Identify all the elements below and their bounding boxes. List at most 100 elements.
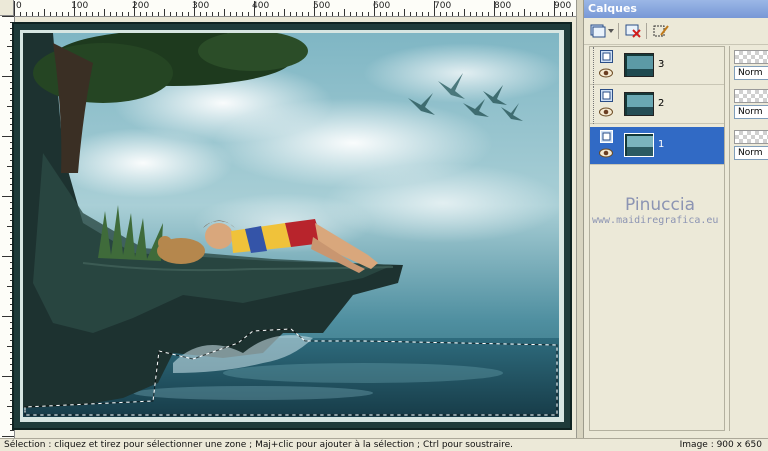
ruler-tick: [542, 12, 543, 16]
ruler-tick: [230, 12, 231, 16]
ruler-tick: [110, 12, 111, 16]
ruler-tick: [140, 12, 141, 16]
ruler-tick: [566, 12, 567, 16]
ruler-tick: [518, 12, 519, 16]
ruler-tick: [512, 12, 513, 16]
edit-selection-button[interactable]: [651, 22, 671, 40]
ruler-tick: [38, 12, 39, 16]
ruler-tick: [20, 12, 21, 16]
ruler-tick: [320, 12, 321, 16]
opacity-swatch[interactable]: [734, 130, 768, 144]
ruler-tick: [260, 12, 261, 16]
eye-icon[interactable]: [599, 148, 613, 158]
ruler-tick: [2, 16, 14, 17]
delete-layer-button[interactable]: [623, 22, 643, 40]
ruler-tick: [560, 12, 561, 16]
layer-properties-column: Norm Norm Norm: [729, 46, 768, 431]
watermark-site: www.maidiregrafica.eu: [592, 215, 719, 226]
ruler-tick: [536, 12, 537, 16]
ruler-label: 500: [313, 1, 331, 11]
ruler-tick: [212, 12, 213, 16]
ruler-tick: [482, 12, 483, 16]
ruler-tick: [92, 12, 93, 16]
ruler-tick: [224, 9, 225, 16]
ruler-tick: [488, 12, 489, 16]
opacity-swatch[interactable]: [734, 89, 768, 103]
ruler-tick: [158, 12, 159, 16]
eye-icon[interactable]: [599, 68, 613, 78]
ruler-tick: [206, 12, 207, 16]
ruler-tick: [380, 12, 381, 16]
ruler-label: 600: [373, 1, 391, 11]
layer-row[interactable]: 2: [590, 86, 724, 124]
ruler-tick: [56, 12, 57, 16]
layer-name: 1: [658, 139, 665, 150]
ruler-tick: [428, 12, 429, 16]
ruler-tick: [332, 12, 333, 16]
ruler-tick: [530, 12, 531, 16]
toolbar-separator: [618, 23, 619, 39]
layer-row[interactable]: 3: [590, 47, 724, 85]
ruler-tick: [194, 1, 195, 16]
ruler-tick: [440, 12, 441, 16]
layer-row-selected[interactable]: 1: [590, 127, 724, 165]
layer-thumbnail: [624, 92, 654, 116]
ruler-tick: [122, 12, 123, 16]
ruler-label: 700: [434, 1, 452, 11]
layer-name: 3: [658, 59, 665, 70]
horizontal-ruler: 0 100 200 300 400 500 600 700 800 900: [14, 0, 576, 17]
ruler-tick: [554, 1, 555, 16]
image-size-readout: Image : 900 x 650: [679, 440, 762, 450]
ruler-tick: [476, 12, 477, 16]
ruler-tick: [464, 9, 465, 16]
ruler-tick: [104, 9, 105, 16]
ruler-corner: [0, 0, 14, 16]
ruler-tick: [116, 12, 117, 16]
document-mat: [20, 30, 564, 422]
blend-mode-select[interactable]: Norm: [734, 105, 768, 119]
layer-thumbnail: [624, 53, 654, 77]
ruler-tick: [314, 1, 315, 16]
ruler-tick: [398, 12, 399, 16]
blend-mode-select[interactable]: Norm: [734, 146, 768, 160]
ruler-tick: [344, 9, 345, 16]
delete-layer-icon: [625, 24, 641, 38]
layers-toolbar: [584, 18, 768, 45]
ruler-tick: [254, 1, 255, 16]
ruler-tick: [10, 430, 14, 431]
layer-property-cell: Norm: [734, 50, 768, 82]
ruler-tick: [32, 12, 33, 16]
ruler-tick: [296, 12, 297, 16]
ruler-tick: [284, 9, 285, 16]
ruler-tick: [266, 12, 267, 16]
ruler-tick: [26, 12, 27, 16]
ruler-tick: [458, 12, 459, 16]
ruler-tick: [182, 12, 183, 16]
ruler-tick: [68, 12, 69, 16]
document-image[interactable]: [23, 33, 561, 419]
ruler-tick: [416, 12, 417, 16]
layer-name: 2: [658, 98, 665, 109]
scene-illustration: [23, 33, 559, 417]
ruler-tick: [434, 1, 435, 16]
ruler-tick: [44, 9, 45, 16]
ruler-tick: [14, 1, 15, 16]
ruler-tick: [470, 12, 471, 16]
opacity-swatch[interactable]: [734, 50, 768, 64]
ruler-tick: [134, 1, 135, 16]
ruler-tick: [494, 1, 495, 16]
ruler-tick: [572, 12, 573, 16]
ruler-tick: [452, 12, 453, 16]
eye-icon[interactable]: [599, 107, 613, 117]
document-frame: [12, 22, 572, 430]
layers-panel: Calques 3 2 1 Pinuccia www.maidiregrafic…: [583, 0, 768, 438]
new-layer-dropdown[interactable]: [606, 22, 616, 40]
ruler-tick: [128, 12, 129, 16]
ruler-tick: [290, 12, 291, 16]
ruler-tick: [152, 12, 153, 16]
ruler-tick: [218, 12, 219, 16]
blend-mode-select[interactable]: Norm: [734, 66, 768, 80]
new-layer-button[interactable]: [588, 22, 608, 40]
ruler-tick: [50, 12, 51, 16]
ruler-tick: [392, 12, 393, 16]
